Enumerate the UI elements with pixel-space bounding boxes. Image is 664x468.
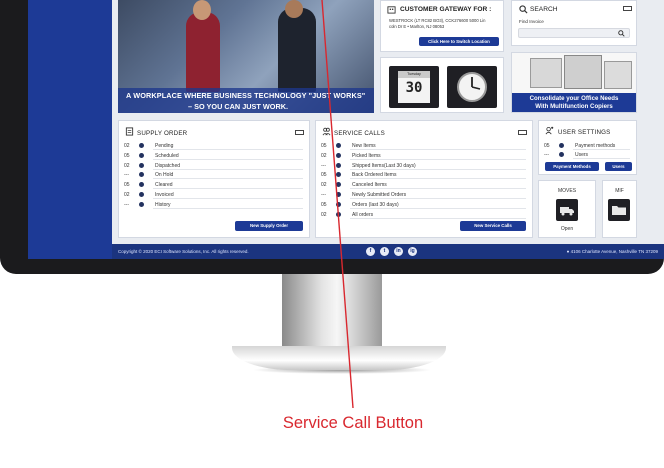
annotation-pointer-line	[321, 0, 354, 409]
annotation-label: Service Call Button	[282, 414, 424, 432]
annotation-overlay	[321, 0, 354, 409]
